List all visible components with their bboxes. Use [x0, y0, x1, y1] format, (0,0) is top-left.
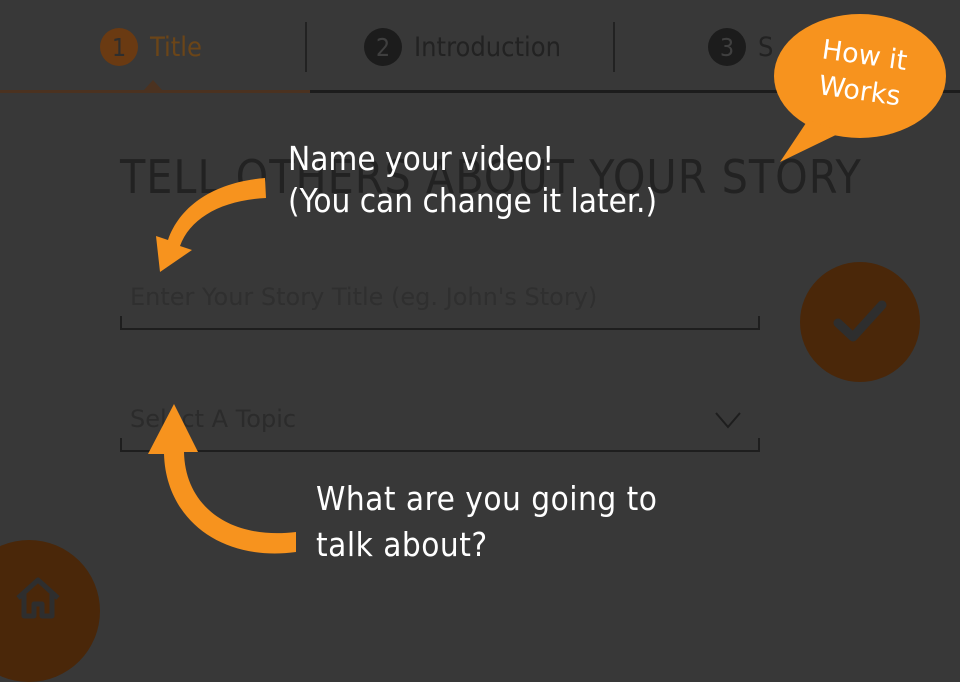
tip-line: talk about? — [316, 525, 488, 564]
how-it-works-button[interactable]: How it Works — [760, 10, 950, 170]
arrow-icon — [148, 404, 296, 554]
tip-name-video: Name your video! (You can change it late… — [288, 138, 657, 222]
arrow-icon — [156, 178, 266, 272]
tip-line: (You can change it later.) — [288, 181, 658, 220]
tip-line: What are you going to — [316, 479, 658, 518]
tip-line: Name your video! — [288, 139, 555, 178]
tip-select-topic: What are you going to talk about? — [316, 476, 657, 568]
